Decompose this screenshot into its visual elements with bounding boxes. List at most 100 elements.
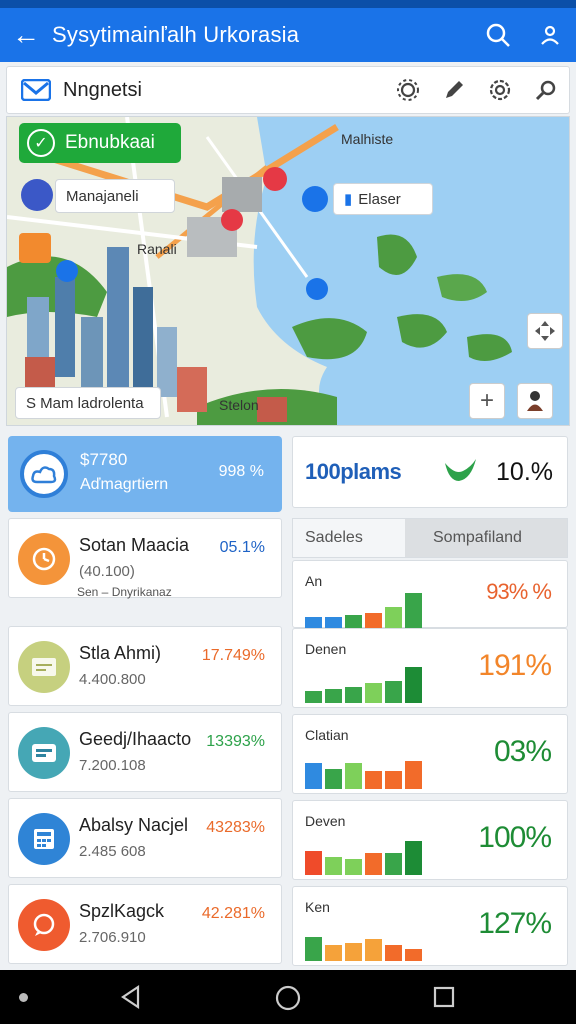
location-chip-label: Manajaneli: [66, 187, 139, 205]
square-recents-icon[interactable]: [432, 985, 456, 1009]
app-bar: ← Sysytimainľalh Urkorasia: [0, 8, 576, 62]
chat-icon: [18, 899, 70, 951]
zoom-in-button[interactable]: +: [469, 383, 505, 419]
user-icon[interactable]: [524, 23, 576, 47]
person-icon: [527, 391, 543, 411]
place-chip-label: Elaser: [358, 190, 401, 208]
mini-bar: [405, 667, 422, 703]
plans-label: 100plams: [305, 459, 402, 484]
list-item-value: 7.200.108: [79, 757, 146, 774]
list-item-percent: 43283%: [206, 819, 265, 836]
map-primary-button[interactable]: ✓ Ebnubkaai: [19, 123, 181, 163]
wallet-icon: [18, 727, 70, 779]
map-label-3: Stelon: [219, 397, 259, 413]
plans-percent: 10.%: [496, 458, 553, 486]
gear-icon[interactable]: [385, 78, 431, 102]
dot-icon: [19, 993, 28, 1002]
mini-bar-chart: [305, 761, 422, 789]
list-item-name: Abalsy Nacjel: [79, 815, 189, 835]
mini-bar: [325, 945, 342, 961]
settings-icon[interactable]: [477, 78, 523, 102]
circle-home-icon[interactable]: [274, 984, 302, 1012]
list-item[interactable]: SpzlKagck 2.706.910 42.281%: [8, 884, 282, 964]
map-footer-chip-label: S Mam ladrolenta: [26, 394, 144, 412]
mini-bar: [385, 681, 402, 703]
stat-row[interactable]: Clatian 03%: [292, 714, 568, 794]
stats-tabs: Sadeles Sompafiland: [292, 518, 568, 558]
mini-bar: [405, 949, 422, 961]
stat-row[interactable]: Ken 127%: [292, 886, 568, 966]
stat-row[interactable]: Deven 100%: [292, 800, 568, 880]
arrow-left-icon[interactable]: ←: [0, 8, 52, 62]
list-item-name: SpzlKagck: [79, 901, 165, 921]
app-title: Sysytimainľalh Urkorasia: [52, 22, 300, 47]
mini-bar: [345, 763, 362, 789]
status-bar: [0, 0, 576, 8]
plans-card[interactable]: 100plams 10.%: [292, 436, 568, 508]
pin-icon: ▮: [344, 191, 353, 208]
card-icon: [18, 641, 70, 693]
list-item[interactable]: Abalsy Nacjel 2.485 608 43283%: [8, 798, 282, 878]
tab-sompafiland[interactable]: Sompafiland: [405, 519, 567, 557]
stat-row-label: Ken: [305, 899, 330, 915]
mini-bar: [325, 857, 342, 875]
stat-row-percent: 03%: [493, 735, 552, 768]
bird-icon: [445, 459, 476, 481]
list-item-value: 4.400.800: [79, 671, 146, 688]
tab-sadeles[interactable]: Sadeles: [293, 519, 405, 557]
pen-icon[interactable]: [431, 78, 477, 102]
mini-bar: [405, 761, 422, 789]
search-icon[interactable]: [472, 22, 524, 48]
list-item-value: 2.485 608: [79, 843, 146, 860]
list-item[interactable]: Stla Ahmi) 4.400.800 17.749%: [8, 626, 282, 706]
mini-bar: [305, 851, 322, 875]
mini-bar: [405, 593, 422, 629]
mini-bar: [405, 841, 422, 875]
summary-percent: 998 %: [218, 463, 264, 480]
search-icon[interactable]: [523, 78, 569, 102]
mini-bar: [305, 763, 322, 789]
list-item[interactable]: Sotan Maacia (40.100) Sen – Dnyrikanaz 05.1…: [8, 518, 282, 599]
mini-bar: [305, 937, 322, 961]
list-item-percent: 05.1%: [219, 539, 265, 556]
mini-bar-chart: [305, 841, 422, 875]
triangle-back-icon[interactable]: [118, 984, 144, 1010]
mini-bar: [385, 771, 402, 789]
stat-row[interactable]: An 93% %: [292, 560, 568, 629]
mini-bar-chart: [305, 593, 422, 629]
mini-bar: [345, 859, 362, 875]
place-chip[interactable]: ▮ Elaser: [333, 183, 433, 215]
list-item-name: Stla Ahmi): [79, 643, 162, 663]
stat-row-label: Denen: [305, 641, 347, 657]
cloud-icon: [20, 450, 68, 498]
mail-logo-icon: [21, 79, 51, 101]
profile-map-button[interactable]: [517, 383, 553, 419]
summary-amount: $7780: [80, 450, 128, 469]
list-item-percent: 42.281%: [201, 905, 265, 922]
stat-row-percent: 127%: [478, 907, 552, 940]
mini-bar: [385, 853, 402, 875]
compass-icon: ✓: [27, 129, 55, 157]
mini-bar: [325, 769, 342, 789]
map-view[interactable]: ✓ Ebnubkaai Manajaneli ▮ Elaser Malhiste…: [6, 116, 570, 426]
recenter-button[interactable]: [527, 313, 563, 349]
map-canvas: [7, 117, 569, 425]
calculator-icon: [18, 813, 70, 865]
mini-bar: [365, 683, 382, 703]
list-item-name: Geedj/Ihaacto: [79, 729, 192, 749]
map-footer-chip[interactable]: S Mam ladrolenta: [15, 387, 161, 419]
location-chip[interactable]: Manajaneli: [55, 179, 175, 213]
toolbar-title: Nngnetsi: [63, 78, 142, 101]
stat-row-percent: 93% %: [486, 579, 552, 604]
navigation-bar: [0, 970, 576, 1024]
summary-card[interactable]: $7780 Aďmagrtiern 998 %: [8, 436, 282, 512]
summary-subtitle: Aďmagrtiern: [80, 476, 169, 493]
mini-bar: [365, 939, 382, 961]
mini-bar: [345, 943, 362, 961]
list-item-name: Sotan Maacia: [79, 535, 190, 555]
stat-row[interactable]: Denen 191%: [292, 628, 568, 708]
list-item[interactable]: Geedj/Ihaacto 7.200.108 13393%: [8, 712, 282, 792]
map-primary-button-label: Ebnubkaai: [65, 132, 155, 153]
list-item-value: (40.100): [79, 563, 135, 580]
move-icon: [535, 321, 555, 341]
